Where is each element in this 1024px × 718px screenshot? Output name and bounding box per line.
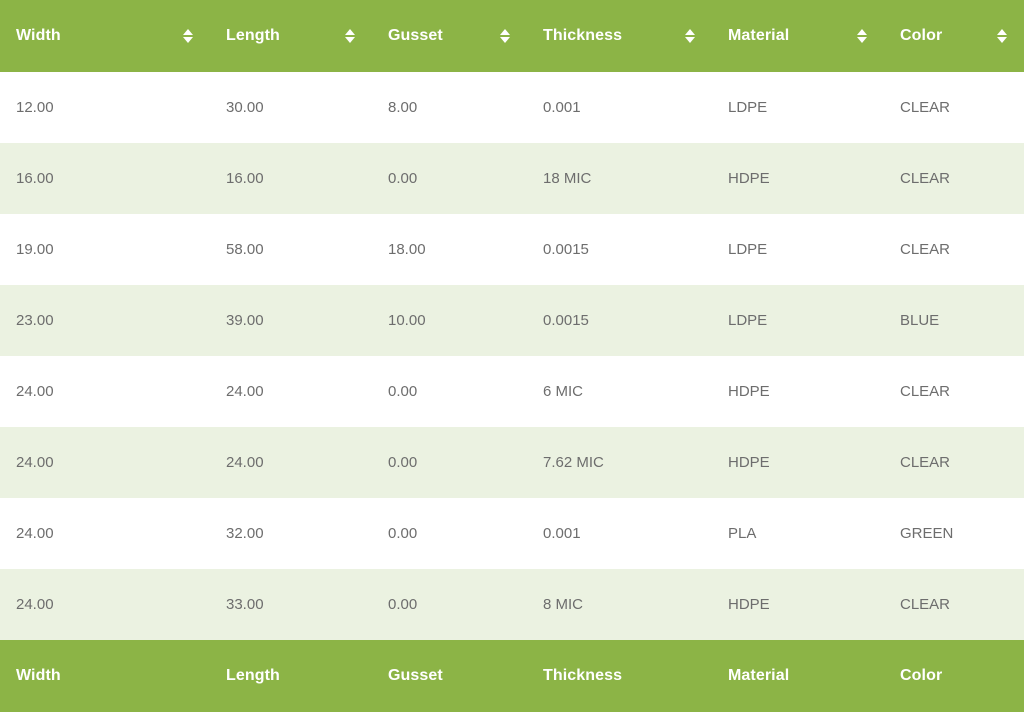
cell-length: 30.00 <box>210 72 372 143</box>
table-row: 24.00 33.00 0.00 8 MIC HDPE CLEAR <box>0 569 1024 640</box>
cell-color: CLEAR <box>884 427 1024 498</box>
cell-length: 32.00 <box>210 498 372 569</box>
cell-gusset: 10.00 <box>372 285 527 356</box>
table-row: 12.00 30.00 8.00 0.001 LDPE CLEAR <box>0 72 1024 143</box>
cell-thickness: 0.0015 <box>527 285 712 356</box>
cell-color: CLEAR <box>884 214 1024 285</box>
cell-color: GREEN <box>884 498 1024 569</box>
footer-label-gusset: Gusset <box>388 667 443 684</box>
footer-label-thickness: Thickness <box>543 667 623 684</box>
sort-updown-icon-length[interactable] <box>344 29 356 43</box>
footer-label-color: Color <box>900 667 943 684</box>
sort-updown-icon-thickness[interactable] <box>684 29 696 43</box>
cell-material: HDPE <box>712 143 884 214</box>
cell-thickness: 7.62 MIC <box>527 427 712 498</box>
cell-gusset: 0.00 <box>372 498 527 569</box>
cell-width: 19.00 <box>0 214 210 285</box>
cell-length: 16.00 <box>210 143 372 214</box>
cell-width: 23.00 <box>0 285 210 356</box>
table-row: 24.00 32.00 0.00 0.001 PLA GREEN <box>0 498 1024 569</box>
sort-updown-icon-width[interactable] <box>182 29 194 43</box>
cell-gusset: 8.00 <box>372 72 527 143</box>
cell-gusset: 0.00 <box>372 356 527 427</box>
cell-length: 58.00 <box>210 214 372 285</box>
cell-color: CLEAR <box>884 569 1024 640</box>
column-header-label-length: Length <box>226 27 280 44</box>
cell-length: 24.00 <box>210 356 372 427</box>
cell-thickness: 6 MIC <box>527 356 712 427</box>
header-row: Width Length Gusset Thickness Material C… <box>0 0 1024 72</box>
cell-color: CLEAR <box>884 72 1024 143</box>
cell-thickness: 8 MIC <box>527 569 712 640</box>
cell-color: BLUE <box>884 285 1024 356</box>
table-row: 19.00 58.00 18.00 0.0015 LDPE CLEAR <box>0 214 1024 285</box>
cell-width: 24.00 <box>0 427 210 498</box>
product-specs-table: Width Length Gusset Thickness Material C… <box>0 0 1024 712</box>
product-specs-table-container: Width Length Gusset Thickness Material C… <box>0 0 1024 718</box>
column-header-gusset[interactable]: Gusset <box>372 0 527 72</box>
cell-material: PLA <box>712 498 884 569</box>
column-header-material[interactable]: Material <box>712 0 884 72</box>
footer-column-thickness: Thickness <box>527 640 712 712</box>
cell-material: LDPE <box>712 214 884 285</box>
table-header: Width Length Gusset Thickness Material C… <box>0 0 1024 72</box>
sort-updown-icon-color[interactable] <box>996 29 1008 43</box>
cell-thickness: 18 MIC <box>527 143 712 214</box>
table-row: 23.00 39.00 10.00 0.0015 LDPE BLUE <box>0 285 1024 356</box>
footer-column-gusset: Gusset <box>372 640 527 712</box>
cell-length: 24.00 <box>210 427 372 498</box>
cell-material: HDPE <box>712 569 884 640</box>
column-header-label-color: Color <box>900 27 943 44</box>
footer-label-length: Length <box>226 667 280 684</box>
cell-color: CLEAR <box>884 356 1024 427</box>
footer-column-material: Material <box>712 640 884 712</box>
cell-gusset: 0.00 <box>372 427 527 498</box>
table-row: 24.00 24.00 0.00 7.62 MIC HDPE CLEAR <box>0 427 1024 498</box>
footer-column-color: Color <box>884 640 1024 712</box>
cell-material: LDPE <box>712 285 884 356</box>
table-row: 24.00 24.00 0.00 6 MIC HDPE CLEAR <box>0 356 1024 427</box>
column-header-color[interactable]: Color <box>884 0 1024 72</box>
cell-gusset: 0.00 <box>372 143 527 214</box>
footer-column-width: Width <box>0 640 210 712</box>
cell-thickness: 0.001 <box>527 498 712 569</box>
footer-label-width: Width <box>16 667 61 684</box>
cell-width: 12.00 <box>0 72 210 143</box>
cell-length: 33.00 <box>210 569 372 640</box>
sort-updown-icon-gusset[interactable] <box>499 29 511 43</box>
column-header-label-material: Material <box>728 27 790 44</box>
sort-updown-icon-material[interactable] <box>856 29 868 43</box>
column-header-label-gusset: Gusset <box>388 27 443 44</box>
cell-width: 24.00 <box>0 498 210 569</box>
column-header-width[interactable]: Width <box>0 0 210 72</box>
cell-width: 24.00 <box>0 569 210 640</box>
footer-label-material: Material <box>728 667 790 684</box>
column-header-label-width: Width <box>16 27 61 44</box>
cell-width: 24.00 <box>0 356 210 427</box>
cell-length: 39.00 <box>210 285 372 356</box>
column-header-label-thickness: Thickness <box>543 27 623 44</box>
column-header-length[interactable]: Length <box>210 0 372 72</box>
footer-column-length: Length <box>210 640 372 712</box>
cell-gusset: 0.00 <box>372 569 527 640</box>
cell-material: LDPE <box>712 72 884 143</box>
table-body: 12.00 30.00 8.00 0.001 LDPE CLEAR 16.00 16.00 0.… <box>0 72 1024 640</box>
cell-thickness: 0.0015 <box>527 214 712 285</box>
table-footer: Width Length Gusset Thickness Material C… <box>0 640 1024 712</box>
cell-color: CLEAR <box>884 143 1024 214</box>
cell-thickness: 0.001 <box>527 72 712 143</box>
cell-material: HDPE <box>712 427 884 498</box>
column-header-thickness[interactable]: Thickness <box>527 0 712 72</box>
cell-material: HDPE <box>712 356 884 427</box>
footer-row: Width Length Gusset Thickness Material C… <box>0 640 1024 712</box>
cell-width: 16.00 <box>0 143 210 214</box>
cell-gusset: 18.00 <box>372 214 527 285</box>
table-row: 16.00 16.00 0.00 18 MIC HDPE CLEAR <box>0 143 1024 214</box>
